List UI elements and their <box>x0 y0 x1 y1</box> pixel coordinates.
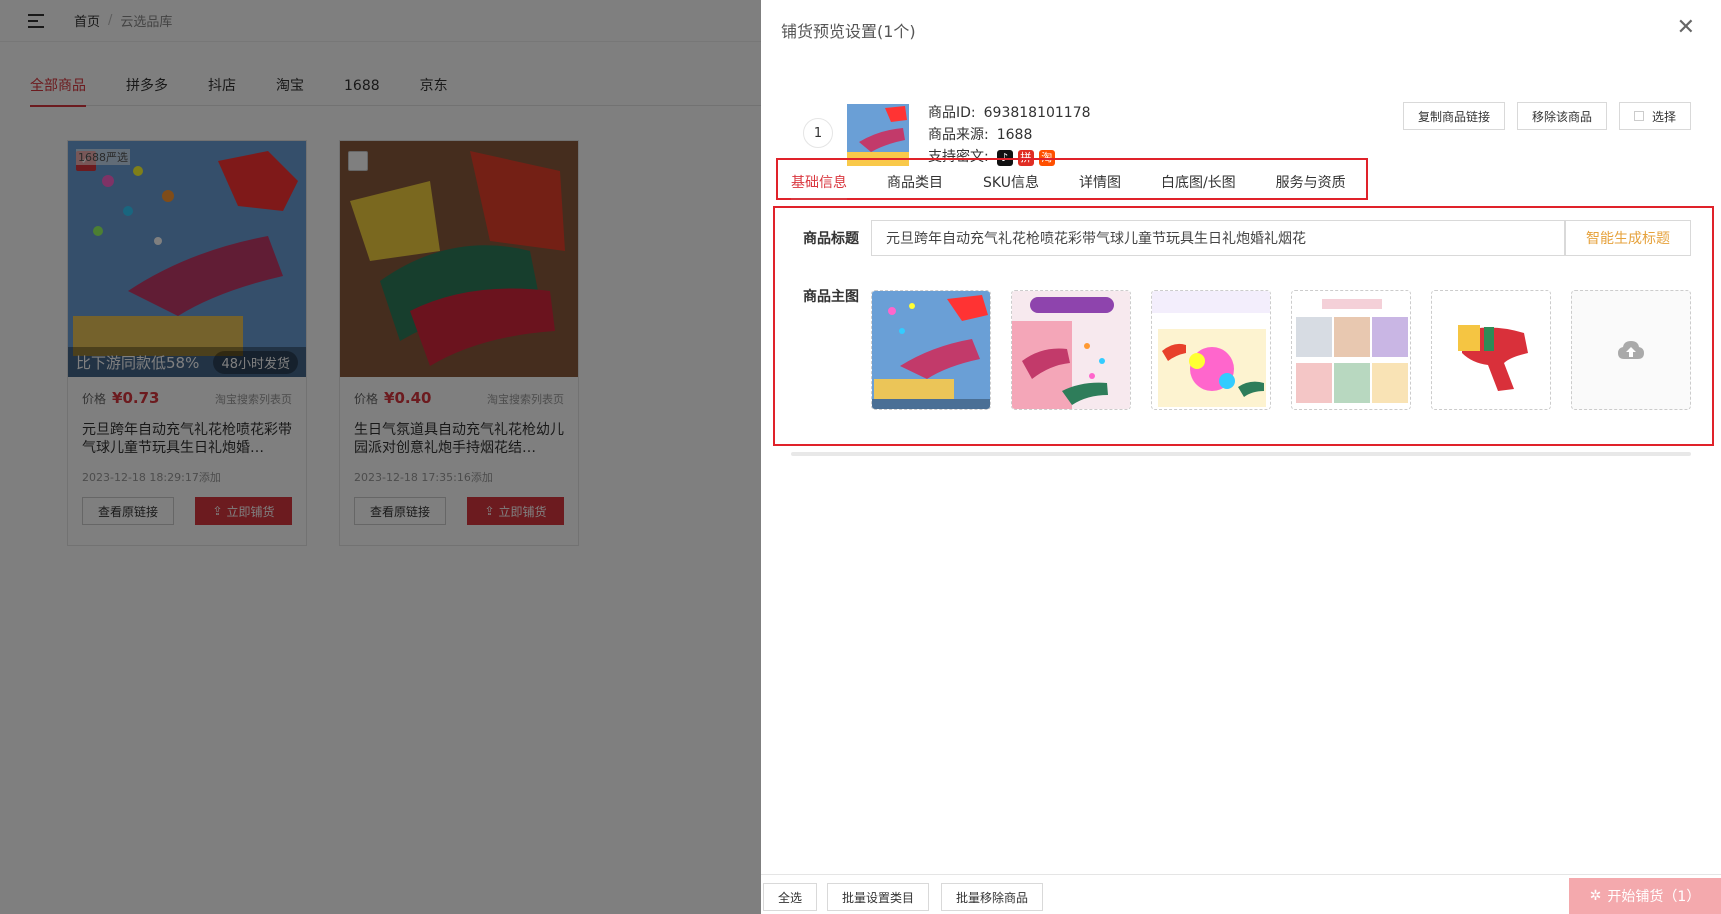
product-source-label: 商品来源: <box>928 127 989 143</box>
tab-white-bg-images[interactable]: 白底图/长图 <box>1161 172 1236 202</box>
batch-set-category-button[interactable]: 批量设置类目 <box>827 883 930 911</box>
copy-link-button[interactable]: 复制商品链接 <box>1402 102 1505 130</box>
select-checkbox[interactable]: 选择 <box>1618 102 1691 130</box>
main-image-5[interactable] <box>1431 290 1551 410</box>
remove-product-button[interactable]: 移除该商品 <box>1516 102 1607 130</box>
main-images-label: 商品主图 <box>803 289 859 305</box>
main-image-2[interactable] <box>1011 290 1131 410</box>
product-index: 1 <box>803 118 833 148</box>
product-id-label: 商品ID: <box>928 105 976 121</box>
main-image-3[interactable] <box>1151 290 1271 410</box>
tab-detail-images[interactable]: 详情图 <box>1079 172 1121 202</box>
product-thumbnail <box>847 104 909 166</box>
tab-sku[interactable]: SKU信息 <box>983 172 1039 202</box>
modal-overlay[interactable] <box>0 0 761 914</box>
product-id-value: 693818101178 <box>983 105 1091 121</box>
upload-cloud-icon <box>1618 341 1644 359</box>
start-listing-label: 开始铺货（1） <box>1607 889 1701 905</box>
checkbox-icon <box>1633 111 1644 121</box>
drawer-title: 铺货预览设置(1个) <box>781 22 916 41</box>
main-image-4[interactable] <box>1291 290 1411 410</box>
ai-generate-title-button[interactable]: 智能生成标题 <box>1565 220 1691 256</box>
title-label: 商品标题 <box>803 231 859 247</box>
listing-preview-drawer: 铺货预览设置(1个) ✕ 1 商品ID: 693818101178 商品来源: … <box>761 0 1721 914</box>
upload-image-button[interactable] <box>1571 290 1691 410</box>
batch-remove-button[interactable]: 批量移除商品 <box>941 883 1044 911</box>
main-image-1[interactable] <box>871 290 991 410</box>
close-icon[interactable]: ✕ <box>1677 17 1695 39</box>
product-title-input[interactable]: 元旦跨年自动充气礼花枪喷花彩带气球儿童节玩具生日礼炮婚礼烟花 <box>871 220 1565 256</box>
select-label: 选择 <box>1651 109 1676 124</box>
gear-icon: ✲ <box>1589 888 1602 904</box>
start-listing-button[interactable]: ✲ 开始铺货（1） <box>1569 878 1721 914</box>
tab-service-qualification[interactable]: 服务与资质 <box>1276 172 1346 202</box>
main-images-list <box>871 290 1711 410</box>
tab-basic-info[interactable]: 基础信息 <box>791 172 847 202</box>
product-source-value: 1688 <box>996 127 1033 143</box>
drawer-footer: 全选 批量设置类目 批量移除商品 ✲ 开始铺货（1） <box>761 874 1721 914</box>
select-all-button[interactable]: 全选 <box>763 883 818 911</box>
tab-category[interactable]: 商品类目 <box>887 172 943 202</box>
drawer-tabs: 基础信息 商品类目 SKU信息 详情图 白底图/长图 服务与资质 <box>791 172 1386 204</box>
horizontal-scrollbar[interactable] <box>791 452 1691 456</box>
product-row: 1 商品ID: 693818101178 商品来源: 1688 支持密文: ♪ 拼… <box>803 100 1691 166</box>
